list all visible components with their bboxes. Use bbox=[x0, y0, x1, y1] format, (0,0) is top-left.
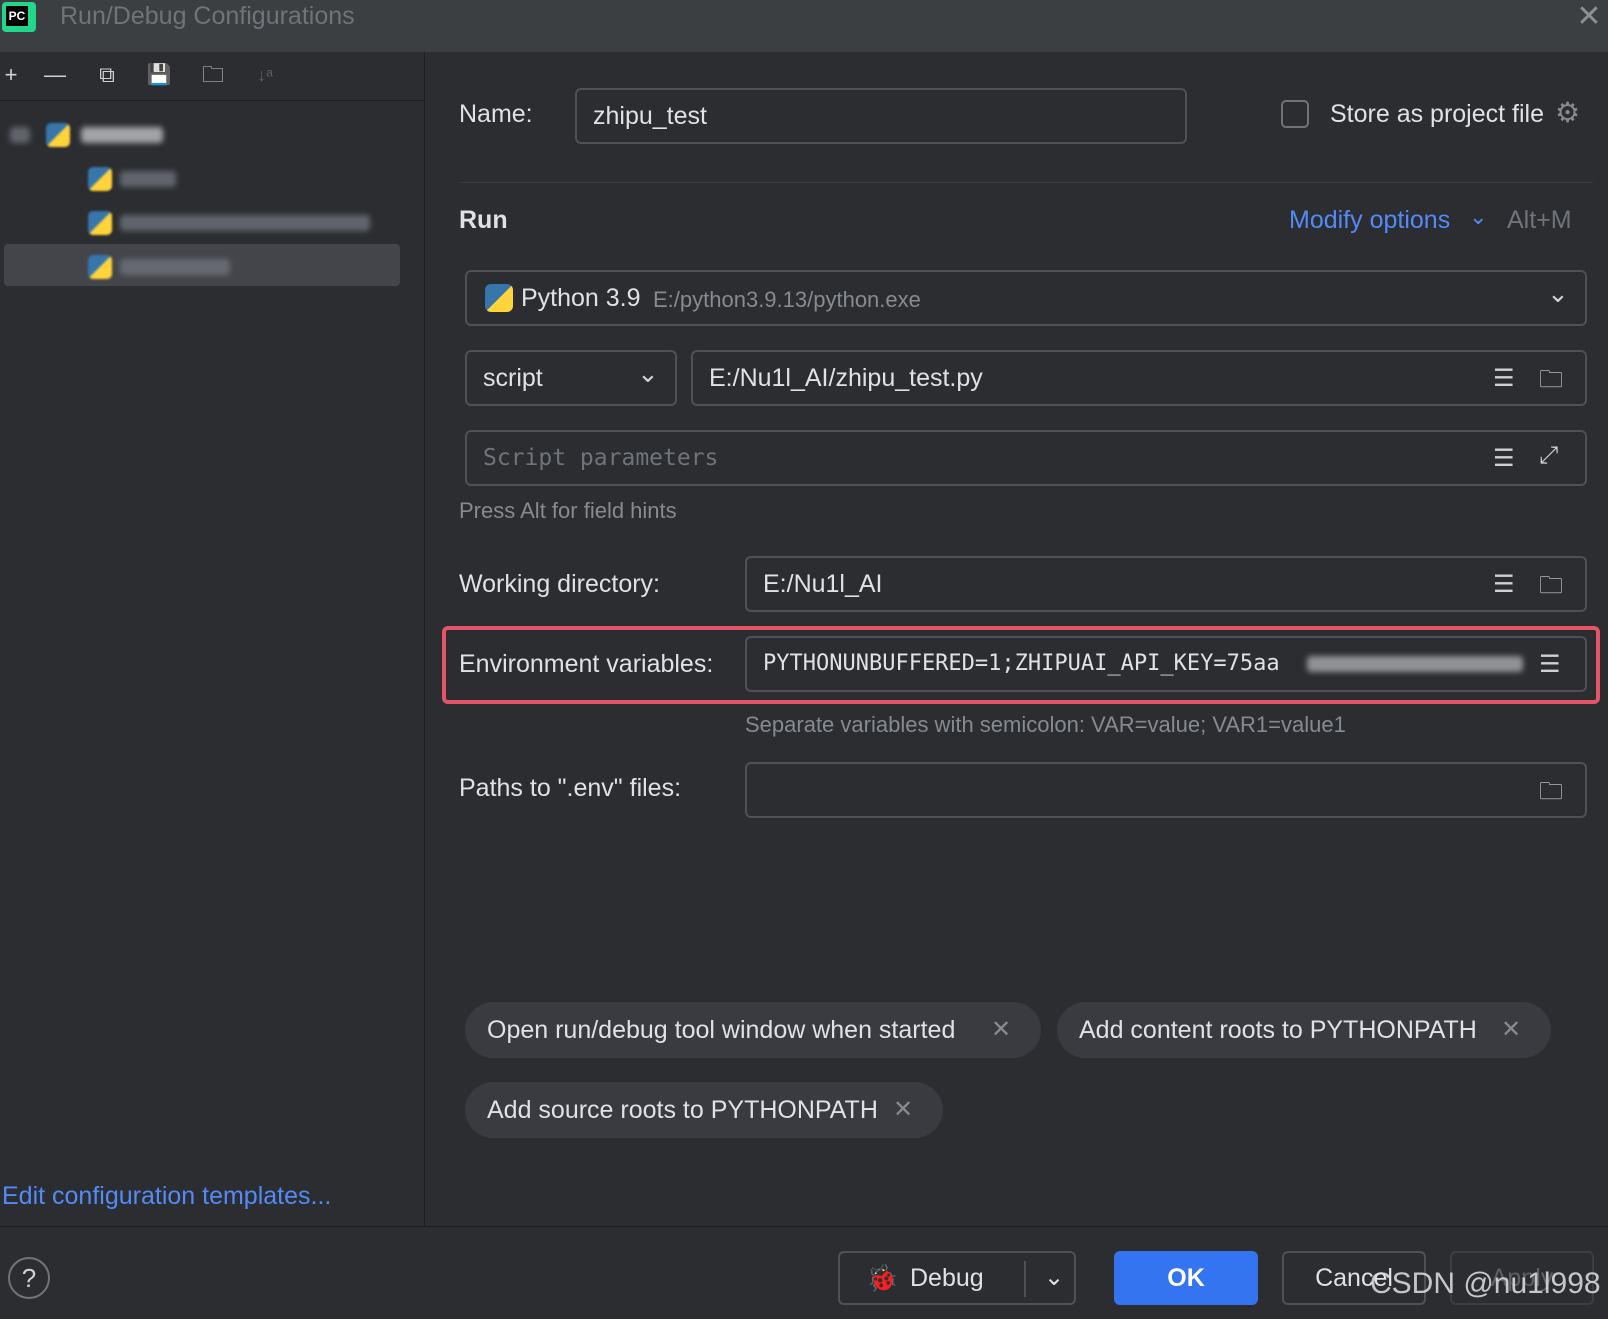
option-chip[interactable]: Open run/debug tool window when started … bbox=[465, 1002, 1041, 1058]
gear-icon[interactable]: ⚙ bbox=[1555, 96, 1580, 129]
folder-icon[interactable]: 🗀 bbox=[196, 58, 230, 92]
redacted-api-key bbox=[1307, 656, 1523, 672]
folder-icon[interactable]: 🗀 bbox=[1539, 568, 1563, 609]
dialog-footer: ? 🐞 Debug ⌄ OK Cancel Apply CSDN @nu1l99… bbox=[0, 1226, 1608, 1319]
script-path-input[interactable]: E:/Nu1l_AI/zhipu_test.py ☰ 🗀 bbox=[691, 350, 1587, 406]
configuration-form: Name: zhipu_test Store as project file ⚙… bbox=[425, 52, 1608, 1226]
store-as-project-label: Store as project file bbox=[1330, 100, 1544, 128]
divider bbox=[459, 182, 1593, 183]
tree-item-config-selected[interactable] bbox=[88, 248, 231, 286]
close-icon[interactable]: ✕ bbox=[1574, 2, 1604, 32]
dotenv-paths-input[interactable]: 🗀 bbox=[745, 762, 1587, 818]
dotenv-paths-label: Paths to ".env" files: bbox=[459, 774, 682, 802]
pycharm-logo-icon: PC bbox=[2, 2, 36, 32]
working-directory-input[interactable]: E:/Nu1l_AI ☰ 🗀 bbox=[745, 556, 1587, 612]
chevron-down-icon[interactable]: ⌄ bbox=[1034, 1253, 1074, 1303]
add-icon[interactable]: + bbox=[0, 58, 28, 92]
debug-button[interactable]: 🐞 Debug ⌄ bbox=[838, 1251, 1076, 1305]
remove-chip-icon[interactable]: ✕ bbox=[1501, 1002, 1521, 1058]
sidebar-toolbar: + — ⧉ 💾 🗀 ↓ᵃ bbox=[0, 52, 424, 101]
chevron-down-icon: ⌄ bbox=[637, 358, 659, 388]
debug-button-label: Debug bbox=[910, 1264, 984, 1292]
tree-item-python-group[interactable] bbox=[10, 116, 163, 154]
ok-button[interactable]: OK bbox=[1114, 1251, 1258, 1305]
python-icon bbox=[88, 166, 112, 191]
tree-item-label-redacted bbox=[120, 170, 177, 187]
chip-label: Open run/debug tool window when started bbox=[487, 1016, 956, 1044]
script-mode-select[interactable]: script ⌄ bbox=[465, 350, 677, 406]
modify-options-link[interactable]: Modify options bbox=[1289, 206, 1450, 235]
folder-icon[interactable]: 🗀 bbox=[1539, 774, 1563, 815]
bug-icon: 🐞 bbox=[866, 1263, 899, 1293]
edit-templates-link[interactable]: Edit configuration templates... bbox=[2, 1182, 331, 1211]
remove-icon[interactable]: — bbox=[38, 58, 72, 92]
expand-icon[interactable]: ⤢ bbox=[1539, 442, 1558, 470]
sort-icon: ↓ᵃ bbox=[257, 65, 273, 85]
tree-item-label-redacted bbox=[120, 214, 371, 231]
store-as-project-checkbox[interactable] bbox=[1281, 100, 1309, 128]
list-icon[interactable]: ☰ bbox=[1493, 570, 1515, 599]
list-icon[interactable]: ☰ bbox=[1539, 650, 1561, 679]
interpreter-name: Python 3.9 bbox=[521, 284, 641, 312]
script-parameters-placeholder: Script parameters bbox=[483, 445, 719, 471]
environment-variables-hint: Separate variables with semicolon: VAR=v… bbox=[745, 712, 1346, 737]
working-directory-label: Working directory: bbox=[459, 570, 660, 598]
name-input-value: zhipu_test bbox=[593, 102, 707, 130]
tree-item-config[interactable] bbox=[88, 204, 371, 242]
tree-item-label-redacted bbox=[80, 126, 163, 143]
list-icon[interactable]: ☰ bbox=[1493, 444, 1515, 473]
python-icon bbox=[88, 254, 112, 279]
script-parameters-input[interactable]: Script parameters ☰ ⤢ bbox=[465, 430, 1587, 486]
script-path-value: E:/Nu1l_AI/zhipu_test.py bbox=[709, 364, 983, 392]
option-chip[interactable]: Add source roots to PYTHONPATH ✕ bbox=[465, 1082, 943, 1138]
option-chip[interactable]: Add content roots to PYTHONPATH ✕ bbox=[1057, 1002, 1551, 1058]
environment-variables-input[interactable]: PYTHONUNBUFFERED=1;ZHIPUAI_API_KEY=75aa … bbox=[745, 636, 1587, 692]
title-bar: PC Run/Debug Configurations ✕ bbox=[0, 0, 1608, 52]
interpreter-select[interactable]: Python 3.9 E:/python3.9.13/python.exe ⌄ bbox=[465, 270, 1587, 326]
window-title: Run/Debug Configurations bbox=[60, 2, 355, 30]
run-section-title: Run bbox=[459, 206, 508, 234]
environment-variables-label: Environment variables: bbox=[459, 650, 714, 678]
tree-item-config[interactable] bbox=[88, 160, 177, 198]
help-button[interactable]: ? bbox=[8, 1257, 50, 1299]
environment-variables-value: PYTHONUNBUFFERED=1;ZHIPUAI_API_KEY=75aa bbox=[763, 651, 1280, 676]
chip-label: Add source roots to PYTHONPATH bbox=[487, 1096, 878, 1124]
interpreter-path: E:/python3.9.13/python.exe bbox=[653, 287, 921, 312]
app-icon-text: PC bbox=[6, 6, 28, 26]
watermark: CSDN @nu1l998 bbox=[1370, 1267, 1601, 1300]
remove-chip-icon[interactable]: ✕ bbox=[991, 1002, 1011, 1058]
save-icon[interactable]: 💾 bbox=[142, 58, 176, 92]
remove-chip-icon[interactable]: ✕ bbox=[893, 1082, 913, 1138]
name-input[interactable]: zhipu_test bbox=[575, 88, 1187, 144]
chevron-down-icon: ⌄ bbox=[1547, 278, 1569, 308]
tree-item-label-redacted bbox=[120, 258, 231, 275]
copy-icon[interactable]: ⧉ bbox=[90, 58, 124, 92]
python-icon bbox=[46, 122, 71, 147]
list-icon[interactable]: ☰ bbox=[1493, 364, 1515, 393]
configurations-sidebar: + — ⧉ 💾 🗀 ↓ᵃ Edit configuration template… bbox=[0, 52, 425, 1226]
split-divider bbox=[1024, 1261, 1026, 1297]
python-icon bbox=[485, 284, 513, 312]
name-label: Name: bbox=[459, 100, 533, 128]
folder-icon[interactable]: 🗀 bbox=[1539, 362, 1563, 403]
script-mode-value: script bbox=[483, 364, 543, 392]
expand-arrow-icon[interactable] bbox=[10, 126, 30, 143]
working-directory-value: E:/Nu1l_AI bbox=[763, 570, 883, 598]
python-icon bbox=[88, 210, 112, 235]
field-hints-text: Press Alt for field hints bbox=[459, 498, 677, 523]
chip-label: Add content roots to PYTHONPATH bbox=[1079, 1016, 1477, 1044]
chevron-down-icon[interactable]: ⌄ bbox=[1469, 204, 1487, 230]
modify-options-shortcut: Alt+M bbox=[1507, 206, 1572, 234]
